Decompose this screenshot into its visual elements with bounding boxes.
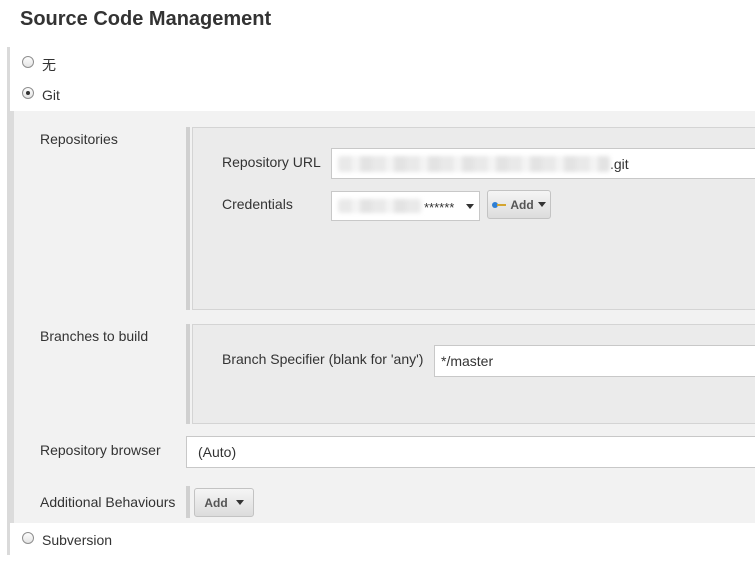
- scm-subversion-radio[interactable]: [22, 532, 34, 544]
- chevron-down-icon: [235, 500, 244, 505]
- chevron-down-icon: [466, 203, 475, 209]
- repository-browser-select[interactable]: (Auto): [186, 436, 755, 468]
- scm-none-label[interactable]: 无: [42, 55, 56, 75]
- scm-git-radio[interactable]: [22, 87, 34, 99]
- repository-browser-label: Repository browser: [40, 442, 161, 458]
- additional-behaviours-add-button[interactable]: Add: [194, 488, 254, 517]
- git-config-rail: [10, 111, 14, 523]
- scm-none-radio[interactable]: [22, 56, 34, 68]
- additional-behaviours-add-label: Add: [204, 495, 228, 510]
- branch-specifier-label: Branch Specifier (blank for 'any'): [222, 351, 424, 367]
- scm-subversion-label[interactable]: Subversion: [42, 532, 112, 548]
- credentials-add-button[interactable]: Add: [487, 190, 551, 219]
- chevron-down-icon: [537, 202, 546, 207]
- repository-browser-value: (Auto): [198, 444, 237, 460]
- branch-specifier-input[interactable]: */master: [434, 345, 755, 377]
- credentials-value: ******: [424, 199, 455, 215]
- credentials-add-label: Add: [510, 197, 534, 212]
- additional-behaviours-rail: [186, 486, 190, 518]
- repository-url-label: Repository URL: [222, 154, 321, 170]
- repositories-label: Repositories: [40, 131, 118, 147]
- scm-git-label[interactable]: Git: [42, 87, 60, 103]
- redacted-credentials: [338, 199, 422, 213]
- page-title: Source Code Management: [20, 8, 272, 30]
- branches-rail: [186, 324, 190, 424]
- branch-specifier-value: */master: [441, 353, 494, 369]
- repository-url-input[interactable]: .git: [331, 148, 755, 179]
- repository-url-suffix: .git: [610, 155, 629, 172]
- branches-label: Branches to build: [40, 328, 149, 344]
- credentials-select[interactable]: ******: [331, 191, 480, 221]
- credentials-label: Credentials: [222, 196, 293, 212]
- redacted-url: [338, 155, 610, 172]
- key-icon: [492, 201, 507, 209]
- repositories-rail: [186, 127, 190, 310]
- additional-behaviours-label: Additional Behaviours: [40, 494, 176, 510]
